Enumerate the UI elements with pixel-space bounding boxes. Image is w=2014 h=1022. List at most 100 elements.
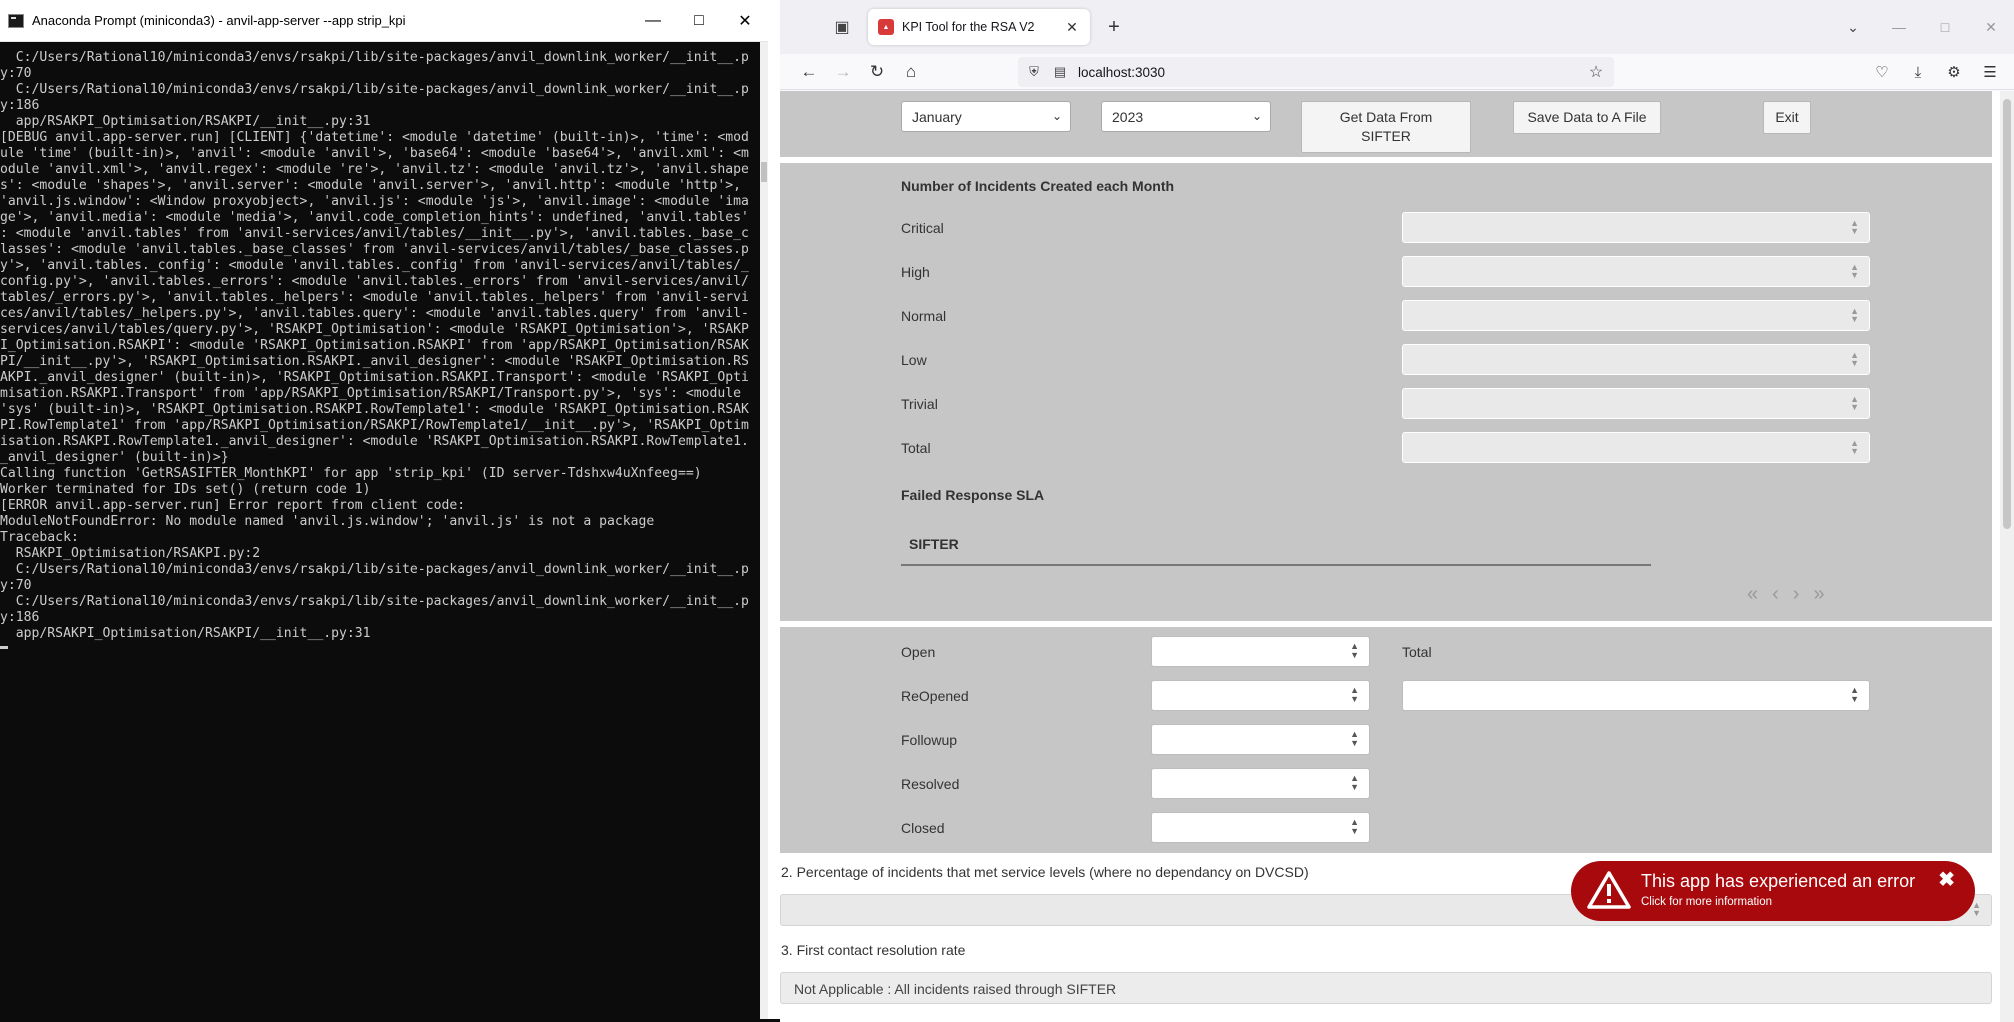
page-scrollbar-thumb[interactable]	[2003, 99, 2011, 529]
terminal-line: : <module 'anvil.tables' from 'anvil-ser…	[0, 226, 749, 241]
spinner-icon[interactable]: ▲ ▼	[1350, 818, 1359, 836]
terminal-line: [ERROR anvil.app-server.run] Error repor…	[0, 498, 466, 513]
tab-kpi-tool[interactable]: ▲ KPI Tool for the RSA V2 ✕	[868, 9, 1090, 45]
total-input[interactable]: ▲ ▼	[1402, 680, 1870, 711]
terminal-line: app/RSAKPI_Optimisation/RSAKPI/__init__.…	[0, 626, 371, 641]
back-icon[interactable]: ←	[792, 58, 826, 86]
home-icon[interactable]: ⌂	[894, 58, 928, 86]
list-tabs-icon[interactable]: ⌄	[1830, 0, 1876, 54]
priority-count-field[interactable]: ▲ ▼	[1402, 388, 1870, 419]
save-data-button[interactable]: Save Data to A File	[1513, 101, 1661, 134]
terminal-line: C:/Users/Rational10/miniconda3/envs/rsak…	[0, 562, 749, 577]
terminal-icon	[8, 13, 24, 28]
page-info-icon[interactable]: ▤	[1050, 62, 1070, 82]
terminal-line: [DEBUG anvil.app-server.run] [CLIENT] {'…	[0, 130, 749, 145]
spinner-icon: ▲ ▼	[1850, 350, 1859, 368]
spinner-icon[interactable]: ▲ ▼	[1350, 686, 1359, 704]
spinner-icon: ▲ ▼	[1850, 438, 1859, 456]
priority-label: Total	[901, 440, 931, 456]
status-count-input[interactable]: ▲ ▼	[1151, 812, 1370, 843]
priority-count-field[interactable]: ▲ ▼	[1402, 212, 1870, 243]
spinner-icon[interactable]: ▲ ▼	[1350, 730, 1359, 748]
minimize-icon[interactable]: —	[630, 0, 676, 42]
month-select[interactable]: January ⌄	[901, 101, 1071, 132]
pagination: « ‹ › »	[1747, 583, 1825, 606]
tracking-shield-icon[interactable]: ⛨	[1024, 62, 1044, 82]
status-label: ReOpened	[901, 688, 969, 704]
page-scrollbar[interactable]	[2000, 91, 2014, 1022]
status-label: Resolved	[901, 776, 960, 792]
terminal-line: C:/Users/Rational10/miniconda3/envs/rsak…	[0, 82, 749, 97]
terminal-line: ule 'time' (built-in)>, 'anvil': <module…	[0, 146, 749, 161]
bookmark-star-icon[interactable]: ☆	[1584, 62, 1608, 82]
chevron-down-icon: ⌄	[1251, 109, 1262, 123]
status-label: Followup	[901, 732, 958, 748]
terminal-line: Worker terminated for IDs set() (return …	[0, 482, 371, 497]
spinner-icon[interactable]: ▲ ▼	[1350, 774, 1359, 792]
anvil-favicon-icon: ▲	[878, 19, 894, 35]
terminal-titlebar[interactable]: Anaconda Prompt (miniconda3) - anvil-app…	[0, 0, 768, 42]
error-toast[interactable]: This app has experienced an error Click …	[1571, 861, 1975, 921]
tab-close-icon[interactable]: ✕	[1062, 17, 1082, 37]
terminal-line: _anvil_designer' (built-in)>}	[0, 450, 229, 465]
get-data-button[interactable]: Get Data From SIFTER	[1301, 101, 1471, 153]
priority-label: High	[901, 264, 930, 280]
priority-count-field[interactable]: ▲ ▼	[1402, 300, 1870, 331]
forward-icon[interactable]: →	[826, 58, 860, 86]
next-page-icon[interactable]: ›	[1793, 583, 1800, 606]
browser-minimize-icon[interactable]: —	[1876, 0, 1922, 54]
priority-count-field[interactable]: ▲ ▼	[1402, 344, 1870, 375]
priority-label: Low	[901, 352, 927, 368]
toast-close-icon[interactable]: ✖	[1938, 867, 1955, 892]
status-count-input[interactable]: ▲ ▼	[1151, 724, 1370, 755]
priority-count-field[interactable]: ▲ ▼	[1402, 432, 1870, 463]
terminal-line: y:186	[0, 98, 40, 113]
status-label: Open	[901, 644, 936, 660]
section-3-label: 3. First contact resolution rate	[781, 942, 966, 958]
pocket-icon[interactable]: ♡	[1864, 58, 1900, 86]
firefox-view-icon[interactable]: ▣	[830, 15, 854, 39]
terminal-line: Calling function 'GetRSASIFTER_MonthKPI'…	[0, 466, 702, 481]
url-bar[interactable]: ⛨ ▤ localhost:3030 ☆	[1018, 57, 1614, 87]
incidents-heading: Number of Incidents Created each Month	[901, 178, 1175, 194]
section-3-field[interactable]: Not Applicable : All incidents raised th…	[780, 972, 1992, 1004]
terminal-output[interactable]: C:/Users/Rational10/miniconda3/envs/rsak…	[0, 42, 760, 1022]
terminal-line: PI.RowTemplate1' from 'app/RSAKPI_Optimi…	[0, 418, 749, 433]
terminal-line: 'sys' (built-in)>, 'RSAKPI_Optimisation.…	[0, 402, 749, 417]
exit-button[interactable]: Exit	[1763, 101, 1811, 134]
terminal-scrollbar-thumb[interactable]	[761, 162, 767, 182]
terminal-line: AKPI._anvil_designer' (built-in)>, 'RSAK…	[0, 370, 749, 385]
terminal-line: PI/__init__.py'>, 'RSAKPI_Optimisation.R…	[0, 354, 749, 369]
last-page-icon[interactable]: »	[1813, 583, 1824, 606]
priority-count-field[interactable]: ▲ ▼	[1402, 256, 1870, 287]
status-count-input[interactable]: ▲ ▼	[1151, 768, 1370, 799]
table-header-divider	[901, 564, 1651, 566]
url-text[interactable]: localhost:3030	[1078, 65, 1584, 80]
tab-strip: ▣ ▲ KPI Tool for the RSA V2 ✕ + ⌄ — □ ✕	[780, 0, 2014, 54]
new-tab-icon[interactable]: +	[1102, 15, 1126, 39]
terminal-line: y'>, 'anvil.tables._config': <module 'an…	[0, 258, 749, 273]
browser-maximize-icon[interactable]: □	[1922, 0, 1968, 54]
previous-page-icon[interactable]: ‹	[1772, 583, 1779, 606]
terminal-scrollbar[interactable]	[760, 42, 768, 1022]
downloads-icon[interactable]: ⤓	[1900, 58, 1936, 86]
close-icon[interactable]: ✕	[722, 0, 768, 42]
terminal-line: config.py'>, 'anvil.tables._errors': <mo…	[0, 274, 749, 289]
sifter-column-header: SIFTER	[909, 536, 959, 552]
terminal-line: C:/Users/Rational10/miniconda3/envs/rsak…	[0, 594, 749, 609]
first-page-icon[interactable]: «	[1747, 583, 1758, 606]
status-count-input[interactable]: ▲ ▼	[1151, 680, 1370, 711]
spinner-icon[interactable]: ▲ ▼	[1350, 642, 1359, 660]
terminal-line: tables/_errors.py'>, 'anvil.tables._help…	[0, 290, 749, 305]
terminal-line: services/anvil/tables/query.py'>, 'RSAKP…	[0, 322, 749, 337]
maximize-icon[interactable]: □	[676, 0, 722, 42]
year-select[interactable]: 2023 ⌄	[1101, 101, 1271, 132]
status-count-input[interactable]: ▲ ▼	[1151, 636, 1370, 667]
terminal-line: s': <module 'shapes'>, 'anvil.server': <…	[0, 178, 742, 193]
browser-close-icon[interactable]: ✕	[1968, 0, 2014, 54]
warning-icon	[1587, 871, 1631, 909]
menu-icon[interactable]: ☰	[1972, 58, 2008, 86]
extensions-icon[interactable]: ⚙	[1936, 58, 1972, 86]
tab-title: KPI Tool for the RSA V2	[902, 20, 1035, 34]
reload-icon[interactable]: ↻	[860, 58, 894, 86]
